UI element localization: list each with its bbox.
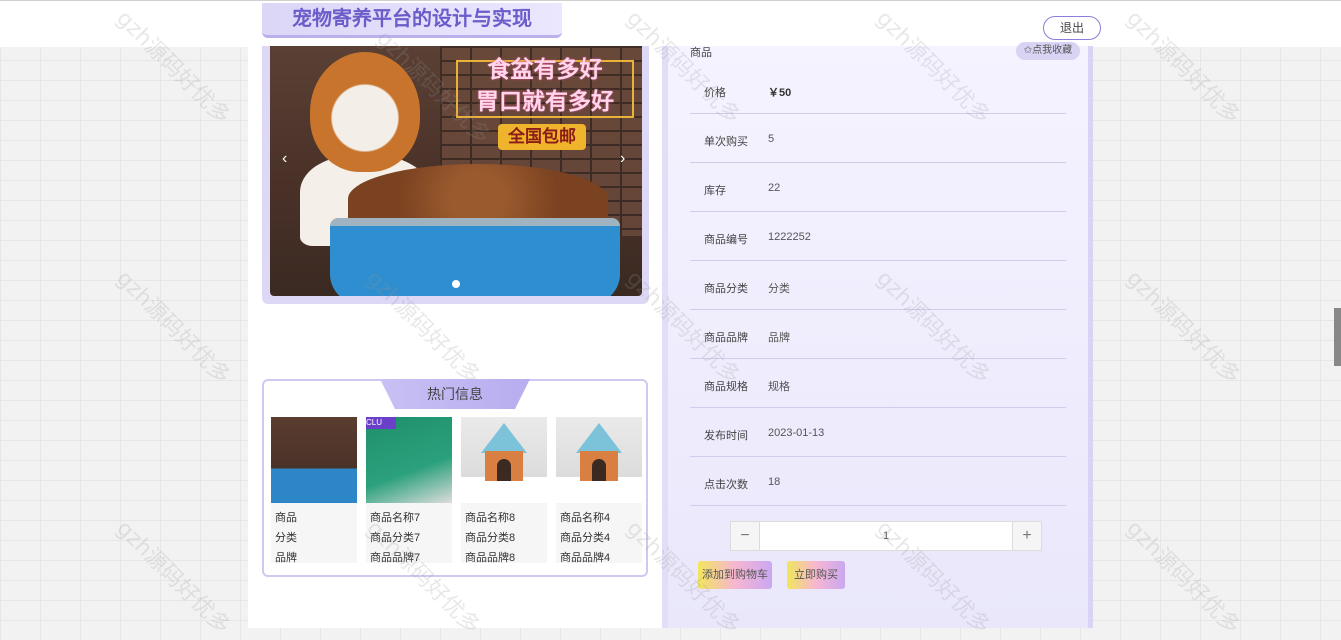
quantity-plus-button[interactable]: +: [1012, 522, 1041, 550]
bowl-image: [330, 218, 620, 296]
hot-item-card[interactable]: 商品名称8 商品分类8 商品品牌8: [461, 417, 547, 564]
logout-button[interactable]: 退出: [1043, 16, 1101, 40]
watermark-text: gzh源码好优多: [1121, 266, 1245, 390]
buy-now-button[interactable]: 立即购买: [787, 561, 845, 589]
hot-item-brand: 品牌: [275, 552, 297, 564]
site-title: 宠物寄养平台的设计与实现: [262, 3, 562, 38]
carousel-prev-icon[interactable]: ‹: [282, 150, 287, 168]
detail-row-brand: 商品品牌 品牌: [690, 309, 1066, 359]
promo-badge: 全国包邮: [498, 124, 586, 150]
add-to-cart-button[interactable]: 添加到购物车: [698, 561, 772, 589]
row-label: 价格: [704, 87, 726, 99]
promo-line-1: 食盆有多好: [487, 57, 603, 83]
row-label: 商品规格: [704, 381, 748, 393]
hot-item-card[interactable]: CLU 商品名称7 商品分类7 商品品牌7: [366, 417, 452, 564]
watermark-text: gzh源码好优多: [1121, 516, 1245, 640]
row-label: 点击次数: [704, 479, 748, 491]
product-carousel[interactable]: 食盆有多好 胃口就有多好 全国包邮 ‹ ›: [262, 46, 649, 304]
row-value: ￥50: [768, 87, 792, 99]
hot-item-category: 商品分类7: [370, 532, 421, 544]
row-value: 22: [768, 182, 781, 194]
hot-item-brand: 商品品牌7: [370, 552, 421, 564]
watermark-text: gzh源码好优多: [111, 516, 235, 640]
row-value: 5: [768, 133, 775, 145]
house-door: [497, 459, 511, 481]
pet-house-icon[interactable]: [461, 417, 547, 503]
watermark-text: gzh源码好优多: [111, 266, 235, 390]
dog-head-image: [310, 52, 420, 172]
page-scrollbar[interactable]: [1334, 308, 1341, 366]
detail-row-single-purchase: 单次购买 5: [690, 113, 1066, 163]
product-tag: CLU: [366, 417, 396, 429]
row-label: 单次购买: [704, 136, 748, 148]
hot-item-category: 商品分类8: [465, 532, 516, 544]
hot-item-name: 商品名称7: [370, 512, 421, 524]
row-value: 18: [768, 476, 781, 488]
cat-collar-icon[interactable]: CLU: [366, 417, 452, 503]
row-value: 品牌: [768, 332, 790, 344]
row-value: 1222252: [768, 231, 811, 243]
row-label: 商品分类: [704, 283, 748, 295]
row-label: 商品编号: [704, 234, 748, 246]
quantity-minus-button[interactable]: −: [731, 522, 760, 550]
hot-item-name: 商品: [275, 512, 297, 524]
detail-row-publish-time: 发布时间 2023-01-13: [690, 407, 1066, 457]
pet-house-icon[interactable]: [556, 417, 642, 503]
hot-item-category: 分类: [275, 532, 297, 544]
row-label: 商品品牌: [704, 332, 748, 344]
detail-row-price: 价格 ￥50: [690, 64, 1066, 114]
house-roof: [576, 423, 622, 453]
quantity-input[interactable]: [761, 522, 1011, 550]
promo-line-2: 胃口就有多好: [476, 89, 614, 115]
hot-info-panel: 热门信息 商品 分类 品牌 CLU 商品名称7 商品分类7 商品品牌7 商品名称…: [262, 379, 648, 577]
favorite-button[interactable]: ✩点我收藏: [1016, 42, 1080, 60]
row-label: 库存: [704, 185, 726, 197]
house-door: [592, 459, 606, 481]
row-value: 2023-01-13: [768, 427, 825, 439]
detail-row-category: 商品分类 分类: [690, 260, 1066, 310]
hot-item-name: 商品名称8: [465, 512, 516, 524]
panel-edge: [1088, 46, 1093, 628]
carousel-indicator-dot[interactable]: [452, 280, 460, 288]
hot-item-category: 商品分类4: [560, 532, 611, 544]
quantity-stepper: − +: [730, 521, 1042, 551]
row-value: 分类: [768, 283, 790, 295]
house-roof: [481, 423, 527, 453]
detail-row-stock: 库存 22: [690, 162, 1066, 212]
detail-row-product-number: 商品编号 1222252: [690, 211, 1066, 261]
hot-info-title: 热门信息: [380, 379, 530, 409]
top-bar: [0, 0, 1341, 47]
detail-heading: 商品: [690, 47, 712, 59]
dog-food-icon[interactable]: [271, 417, 357, 503]
hot-item-card[interactable]: 商品名称4 商品分类4 商品品牌4: [556, 417, 642, 564]
detail-row-spec: 商品规格 规格: [690, 358, 1066, 408]
hot-item-brand: 商品品牌4: [560, 552, 611, 564]
hot-item-card[interactable]: 商品 分类 品牌: [271, 417, 357, 564]
carousel-next-icon[interactable]: ›: [620, 150, 625, 168]
detail-row-click-count: 点击次数 18: [690, 456, 1066, 506]
hot-item-name: 商品名称4: [560, 512, 611, 524]
carousel-slide: 食盆有多好 胃口就有多好 全国包邮: [270, 46, 642, 296]
hot-item-brand: 商品品牌8: [465, 552, 516, 564]
row-value: 规格: [768, 381, 790, 393]
row-label: 发布时间: [704, 430, 748, 442]
